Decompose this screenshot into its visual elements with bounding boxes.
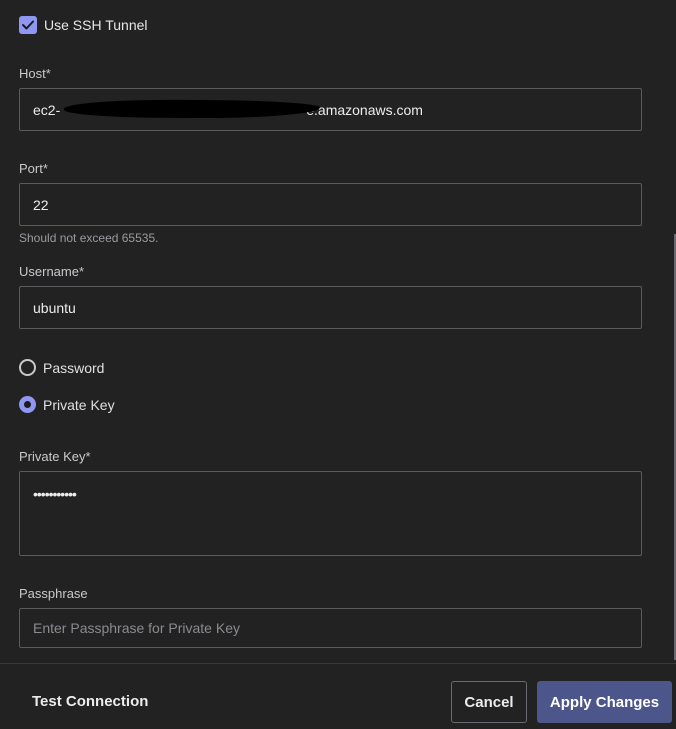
port-hint: Should not exceed 65535. xyxy=(19,231,159,245)
host-value-suffix: e.amazonaws.com xyxy=(306,101,423,118)
passphrase-label: Passphrase xyxy=(19,586,88,601)
ssh-tunnel-settings-panel: Use SSH Tunnel Host* ec2- e.amazonaws.com… xyxy=(0,0,676,729)
port-value: 22 xyxy=(33,196,49,213)
username-input[interactable]: ubuntu xyxy=(19,286,642,329)
passphrase-placeholder: Enter Passphrase for Private Key xyxy=(33,620,240,636)
password-radio-label: Password xyxy=(43,359,105,376)
private-key-radio-label: Private Key xyxy=(43,396,115,413)
use-ssh-tunnel-checkbox-row[interactable]: Use SSH Tunnel xyxy=(19,16,148,34)
host-label: Host* xyxy=(19,66,51,81)
auth-option-private-key[interactable]: Private Key xyxy=(19,396,115,413)
username-label: Username* xyxy=(19,264,85,279)
private-key-radio[interactable] xyxy=(19,396,36,413)
port-input[interactable]: 22 xyxy=(19,183,642,226)
footer-divider xyxy=(0,663,676,664)
use-ssh-tunnel-checkbox[interactable] xyxy=(19,16,37,34)
username-value: ubuntu xyxy=(33,299,76,316)
host-input[interactable]: ec2- e.amazonaws.com xyxy=(19,88,642,131)
private-key-textarea[interactable]: ••••••••••• xyxy=(19,471,642,556)
auth-option-password[interactable]: Password xyxy=(19,359,104,376)
checkmark-icon xyxy=(22,20,34,30)
apply-changes-button[interactable]: Apply Changes xyxy=(537,681,672,723)
cancel-button[interactable]: Cancel xyxy=(451,681,527,723)
private-key-value: ••••••••••• xyxy=(33,486,77,502)
test-connection-button[interactable]: Test Connection xyxy=(32,693,148,710)
private-key-label: Private Key* xyxy=(19,449,91,464)
host-value-prefix: ec2- xyxy=(33,101,61,118)
port-label: Port* xyxy=(19,161,48,176)
passphrase-input[interactable]: Enter Passphrase for Private Key xyxy=(19,608,642,648)
use-ssh-tunnel-label: Use SSH Tunnel xyxy=(44,17,148,33)
password-radio[interactable] xyxy=(19,359,36,376)
